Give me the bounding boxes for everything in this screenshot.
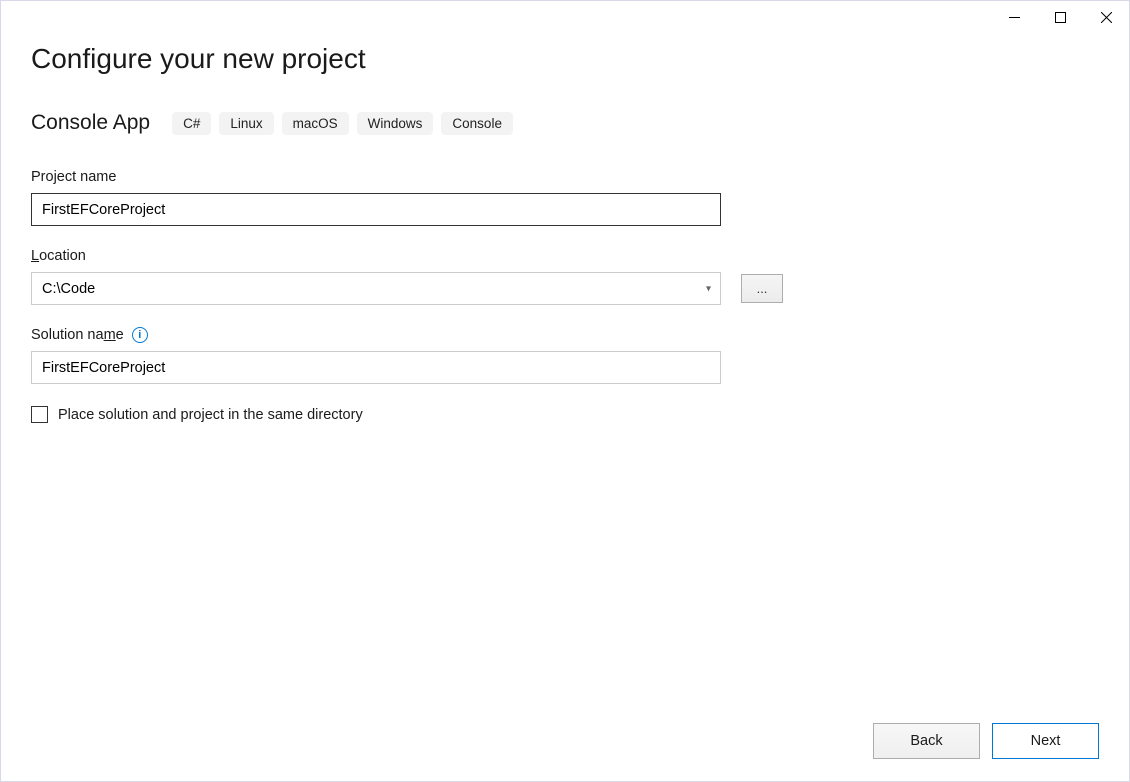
tag-item: C#	[172, 112, 211, 135]
solution-name-label: Solution name i	[31, 327, 1099, 343]
browse-button[interactable]: ...	[741, 274, 783, 303]
maximize-icon	[1055, 12, 1066, 23]
next-button[interactable]: Next	[992, 723, 1099, 759]
maximize-button[interactable]	[1037, 1, 1083, 33]
minimize-icon	[1009, 12, 1020, 23]
close-button[interactable]	[1083, 1, 1129, 33]
tag-item: macOS	[282, 112, 349, 135]
same-directory-checkbox[interactable]	[31, 406, 48, 423]
tag-list: C# Linux macOS Windows Console	[172, 112, 513, 135]
tag-item: Linux	[219, 112, 273, 135]
close-icon	[1101, 12, 1112, 23]
project-name-input[interactable]	[31, 193, 721, 226]
same-directory-label: Place solution and project in the same d…	[58, 407, 363, 423]
location-label: Location	[31, 248, 1099, 264]
solution-name-input[interactable]	[31, 351, 721, 384]
project-name-label: Project name	[31, 169, 1099, 185]
tag-item: Windows	[357, 112, 434, 135]
template-name: Console App	[31, 111, 150, 135]
back-button[interactable]: Back	[873, 723, 980, 759]
page-title: Configure your new project	[31, 43, 1099, 75]
tag-item: Console	[441, 112, 513, 135]
location-input[interactable]	[31, 272, 721, 305]
info-icon[interactable]: i	[132, 327, 148, 343]
minimize-button[interactable]	[991, 1, 1037, 33]
